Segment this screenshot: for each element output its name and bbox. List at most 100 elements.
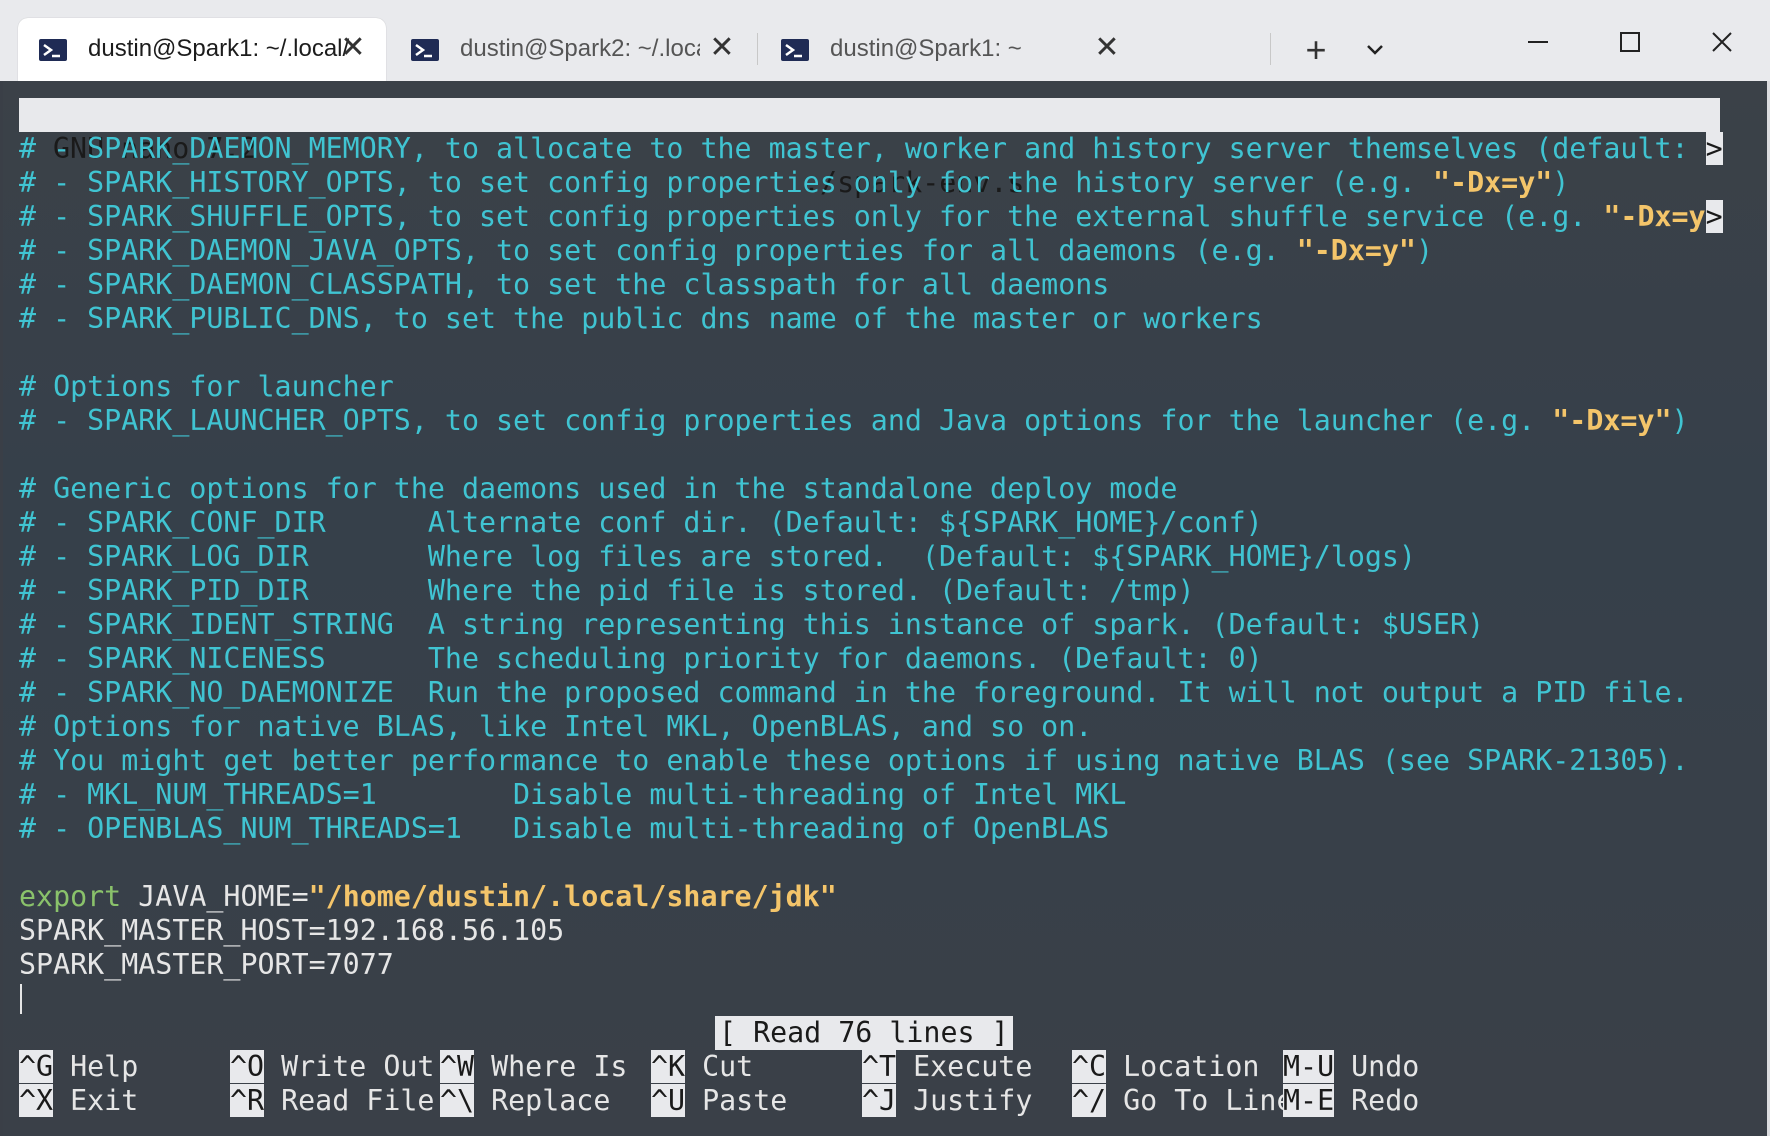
shortcut-help[interactable]: ^G Help xyxy=(19,1050,138,1084)
close-icon xyxy=(1712,32,1732,52)
minimize-button[interactable] xyxy=(1508,14,1568,70)
file-line[interactable]: SPARK_MASTER_PORT=7077 xyxy=(19,948,1723,982)
line-text: # - SPARK_HISTORY_OPTS, to set config pr… xyxy=(19,166,1434,199)
minimize-icon xyxy=(1528,41,1548,43)
line-text: # Options for native BLAS, like Intel MK… xyxy=(19,710,1093,743)
line-text: # - SPARK_LAUNCHER_OPTS, to set config p… xyxy=(19,404,1553,437)
shortcut-go-to-line[interactable]: ^/ Go To Line xyxy=(1072,1084,1293,1118)
shortcut-exit[interactable]: ^X Exit xyxy=(19,1084,138,1118)
terminal-icon xyxy=(781,39,809,61)
title-bar: dustin@Spark1: ~/.local/ ✕ dustin@Spark2… xyxy=(0,0,1770,81)
file-line[interactable]: # - SPARK_LAUNCHER_OPTS, to set config p… xyxy=(19,404,1723,438)
line-text: ) xyxy=(1415,234,1434,267)
shortcut-read-file[interactable]: ^R Read File xyxy=(230,1084,434,1118)
file-line[interactable]: export JAVA_HOME="/home/dustin/.local/sh… xyxy=(19,880,1723,914)
shortcut-cut[interactable]: ^K Cut xyxy=(651,1050,753,1084)
line-text: ) xyxy=(1552,166,1570,199)
line-text: # - SPARK_IDENT_STRING A string represen… xyxy=(19,608,1485,641)
file-line[interactable] xyxy=(19,846,1723,880)
file-line[interactable] xyxy=(19,336,1723,370)
close-icon[interactable]: ✕ xyxy=(338,33,368,63)
chevron-down-icon[interactable] xyxy=(1353,28,1397,72)
file-line[interactable]: # - SPARK_NO_DAEMONIZE Run the proposed … xyxy=(19,676,1723,710)
line-text: JAVA_HOME= xyxy=(121,880,309,913)
file-line[interactable]: # - SPARK_PID_DIR Where the pid file is … xyxy=(19,574,1723,608)
shortcut-execute[interactable]: ^T Execute xyxy=(862,1050,1032,1084)
file-line[interactable]: # Options for launcher xyxy=(19,370,1723,404)
file-line[interactable]: # - MKL_NUM_THREADS=1 Disable multi-thre… xyxy=(19,778,1723,812)
line-text: # - OPENBLAS_NUM_THREADS=1 Disable multi… xyxy=(19,812,1110,845)
shortcut-key: ^C xyxy=(1072,1050,1107,1083)
file-line[interactable]: # - SPARK_CONF_DIR Alternate conf dir. (… xyxy=(19,506,1723,540)
file-line[interactable]: # - SPARK_DAEMON_CLASSPATH, to set the c… xyxy=(19,268,1723,302)
shortcut-label: Write Out xyxy=(264,1050,435,1083)
file-line[interactable]: SPARK_MASTER_HOST=192.168.56.105 xyxy=(19,914,1723,948)
file-line[interactable]: # Generic options for the daemons used i… xyxy=(19,472,1723,506)
file-content[interactable]: # - SPARK_DAEMON_MEMORY, to allocate to … xyxy=(19,132,1723,982)
tab-spark2-local[interactable]: dustin@Spark2: ~/.local/s ✕ xyxy=(390,18,755,81)
line-text: # Options for launcher xyxy=(19,370,394,403)
line-text: # You might get better performance to en… xyxy=(19,744,1689,777)
shortcut-label: Location xyxy=(1106,1050,1260,1083)
line-text: # - SPARK_LOG_DIR Where log files are st… xyxy=(19,540,1416,573)
shortcut-redo[interactable]: M-E Redo xyxy=(1283,1084,1419,1118)
close-icon[interactable]: ✕ xyxy=(707,33,737,63)
file-line[interactable]: # - OPENBLAS_NUM_THREADS=1 Disable multi… xyxy=(19,812,1723,846)
file-line[interactable]: # - SPARK_DAEMON_MEMORY, to allocate to … xyxy=(19,132,1723,166)
shortcut-label: Redo xyxy=(1334,1084,1420,1117)
close-window-button[interactable] xyxy=(1692,14,1752,70)
shortcut-label: Help xyxy=(53,1050,139,1083)
tab-spark1-home[interactable]: dustin@Spark1: ~ ✕ xyxy=(760,18,1140,81)
line-text: # - SPARK_NICENESS The scheduling priori… xyxy=(19,642,1263,675)
file-line[interactable]: # - SPARK_NICENESS The scheduling priori… xyxy=(19,642,1723,676)
close-icon[interactable]: ✕ xyxy=(1092,33,1122,63)
line-text: # - SPARK_DAEMON_MEMORY, to allocate to … xyxy=(19,132,1706,165)
shortcut-label: Go To Line xyxy=(1106,1084,1294,1117)
file-line[interactable]: # You might get better performance to en… xyxy=(19,744,1723,778)
maximize-button[interactable] xyxy=(1600,14,1660,70)
maximize-icon xyxy=(1620,32,1640,52)
shortcut-key: M-E xyxy=(1283,1084,1335,1117)
line-text: # - SPARK_PUBLIC_DNS, to set the public … xyxy=(19,302,1263,335)
file-line[interactable]: # - SPARK_IDENT_STRING A string represen… xyxy=(19,608,1723,642)
shortcut-label: Justify xyxy=(896,1084,1033,1117)
shortcut-key: ^/ xyxy=(1072,1084,1107,1117)
nano-status-message: [ Read 76 lines ] xyxy=(715,1016,1013,1050)
shortcut-key: ^T xyxy=(862,1050,897,1083)
line-text: # - SPARK_DAEMON_JAVA_OPTS, to set confi… xyxy=(19,234,1297,267)
file-line[interactable]: # - SPARK_LOG_DIR Where log files are st… xyxy=(19,540,1723,574)
shortcut-key: ^R xyxy=(230,1084,265,1117)
shortcut-key: ^K xyxy=(651,1050,686,1083)
line-text: SPARK_MASTER_PORT=7077 xyxy=(19,948,394,981)
line-text: "-Dx=y" xyxy=(1296,234,1416,267)
line-text: # - SPARK_PID_DIR Where the pid file is … xyxy=(19,574,1195,607)
shortcut-location[interactable]: ^C Location xyxy=(1072,1050,1259,1084)
shortcut-undo[interactable]: M-U Undo xyxy=(1283,1050,1419,1084)
file-line[interactable]: # Options for native BLAS, like Intel MK… xyxy=(19,710,1723,744)
shortcut-label: Where Is xyxy=(474,1050,628,1083)
file-line[interactable]: # - SPARK_PUBLIC_DNS, to set the public … xyxy=(19,302,1723,336)
shortcut-key: ^J xyxy=(862,1084,897,1117)
line-text: # - SPARK_CONF_DIR Alternate conf dir. (… xyxy=(19,506,1263,539)
shortcut-replace[interactable]: ^\ Replace xyxy=(440,1084,610,1118)
tab-spark1-local[interactable]: dustin@Spark1: ~/.local/ ✕ xyxy=(18,18,386,81)
new-tab-button[interactable]: + xyxy=(1291,28,1341,72)
terminal-icon xyxy=(39,39,67,61)
shortcut-label: Exit xyxy=(53,1084,139,1117)
shortcut-paste[interactable]: ^U Paste xyxy=(651,1084,787,1118)
shortcut-key: ^O xyxy=(230,1050,265,1083)
shortcut-label: Cut xyxy=(685,1050,754,1083)
shortcut-write-out[interactable]: ^O Write Out xyxy=(230,1050,434,1084)
shortcut-label: Undo xyxy=(1334,1050,1420,1083)
shortcut-key: ^W xyxy=(440,1050,475,1083)
file-line[interactable]: # - SPARK_SHUFFLE_OPTS, to set config pr… xyxy=(19,200,1723,234)
file-line[interactable] xyxy=(19,438,1723,472)
file-line[interactable]: # - SPARK_HISTORY_OPTS, to set config pr… xyxy=(19,166,1723,200)
shortcut-label: Paste xyxy=(685,1084,788,1117)
shortcut-justify[interactable]: ^J Justify xyxy=(862,1084,1032,1118)
shortcut-where-is[interactable]: ^W Where Is xyxy=(440,1050,627,1084)
terminal-window: dustin@Spark1: ~/.local/ ✕ dustin@Spark2… xyxy=(0,0,1770,1136)
file-line[interactable]: # - SPARK_DAEMON_JAVA_OPTS, to set confi… xyxy=(19,234,1723,268)
tab-separator xyxy=(1270,33,1271,65)
line-text: "-Dx=y xyxy=(1603,200,1706,233)
